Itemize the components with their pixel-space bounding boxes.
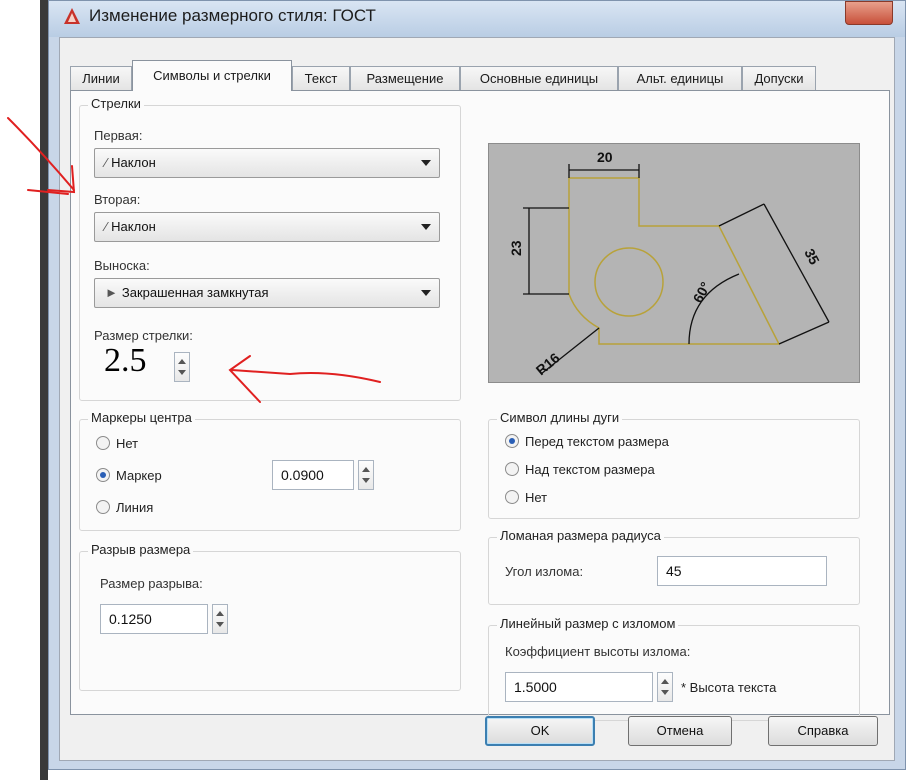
radio-label: Перед текстом размера [525,434,669,449]
jog-angle-input[interactable]: 45 [657,556,827,586]
tab-panel-symbols-arrows: Стрелки Первая: ⁄ Наклон Вторая: ⁄ Наклон … [70,90,890,721]
center-mark-none-radio[interactable]: Нет [96,436,138,451]
first-arrow-dropdown[interactable]: ⁄ Наклон [94,148,440,178]
arc-symbol-group: Символ длины дуги Перед текстом размера … [488,410,860,519]
radius-jog-group: Ломаная размера радиуса Угол излома: 45 [488,528,860,605]
tab-tolerances[interactable]: Допуски [742,66,816,90]
autocad-app-icon [64,8,80,24]
arc-before-text-radio[interactable]: Перед текстом размера [505,434,669,449]
help-button[interactable]: Справка [768,716,878,746]
text-height-suffix: * Высота текста [681,680,777,695]
chevron-down-icon [421,224,431,230]
radio-label: Нет [116,436,139,451]
radio-label: Маркер [116,468,162,483]
tab-text[interactable]: Текст [292,66,350,90]
center-mark-size-input[interactable]: 0.0900 [272,460,354,490]
jog-angle-label: Угол излома: [505,564,584,579]
window-shadow-bar [40,0,48,780]
second-arrow-value: Наклон [111,219,156,234]
jog-height-factor-label: Коэффициент высоты излома: [505,644,691,659]
radius-jog-title: Ломаная размера радиуса [497,528,664,543]
arrows-group-title: Стрелки [88,96,144,111]
first-arrow-label: Первая: [94,128,143,143]
break-size-input[interactable]: 0.1250 [100,604,208,634]
break-size-spinner[interactable] [212,604,228,634]
arrows-group: Стрелки Первая: ⁄ Наклон Вторая: ⁄ Наклон … [79,96,461,401]
arc-symbol-title: Символ длины дуги [497,410,623,425]
tab-fit[interactable]: Размещение [350,66,460,90]
oblique-icon: ⁄ [105,155,108,170]
tab-lines[interactable]: Линии [70,66,132,90]
jog-height-factor-input[interactable]: 1.5000 [505,672,653,702]
title-bar[interactable]: Изменение размерного стиля: ГОСТ [49,1,905,37]
first-arrow-value: Наклон [111,155,156,170]
chevron-down-icon [421,160,431,166]
linear-jog-title: Линейный размер с изломом [497,616,679,631]
arc-above-text-radio[interactable]: Над текстом размера [505,462,655,477]
second-arrow-label: Вторая: [94,192,141,207]
center-mark-line-radio[interactable]: Линия [96,500,153,515]
dimension-style-dialog: Изменение размерного стиля: ГОСТ Линии С… [48,0,906,770]
arc-none-radio[interactable]: Нет [505,490,547,505]
cancel-button[interactable]: Отмена [628,716,732,746]
ok-button[interactable]: OK [485,716,595,746]
dim-label-35: 35 [801,246,823,267]
leader-arrow-dropdown[interactable]: ► Закрашенная замкнутая [94,278,440,308]
window-title: Изменение размерного стиля: ГОСТ [89,6,376,25]
arrow-size-label: Размер стрелки: [94,328,193,343]
preview-image: 20 23 35 60° R16 [488,143,860,383]
dim-label-20: 20 [597,149,613,165]
center-marks-title: Маркеры центра [88,410,195,425]
dim-break-group: Разрыв размера Размер разрыва: 0.1250 [79,542,461,691]
dim-label-r16: R16 [533,349,563,378]
center-marks-group: Маркеры центра Нет Маркер Линия 0.0900 [79,410,461,531]
close-button[interactable] [845,1,893,25]
tab-symbols-arrows[interactable]: Символы и стрелки [132,60,292,91]
leader-arrow-label: Выноска: [94,258,150,273]
chevron-down-icon [421,290,431,296]
dim-label-23: 23 [508,240,524,256]
tab-alternate-units[interactable]: Альт. единицы [618,66,742,90]
tab-primary-units[interactable]: Основные единицы [460,66,618,90]
jog-height-factor-spinner[interactable] [657,672,673,702]
closed-filled-arrow-icon: ► [105,285,118,300]
dim-label-60: 60° [690,279,714,305]
center-mark-size-spinner[interactable] [358,460,374,490]
radio-label: Над текстом размера [525,462,655,477]
leader-arrow-value: Закрашенная замкнутая [121,285,269,300]
linear-jog-group: Линейный размер с изломом Коэффициент вы… [488,616,860,721]
radio-label: Линия [116,500,154,515]
radio-label: Нет [525,490,548,505]
break-size-label: Размер разрыва: [100,576,203,591]
second-arrow-dropdown[interactable]: ⁄ Наклон [94,212,440,242]
oblique-icon: ⁄ [105,219,108,234]
dialog-body: Линии Символы и стрелки Текст Размещение… [59,37,895,761]
dim-break-title: Разрыв размера [88,542,194,557]
arrow-size-spinner[interactable] [174,352,190,382]
center-mark-mark-radio[interactable]: Маркер [96,468,162,483]
arrow-size-value[interactable]: 2.5 [104,342,147,380]
preview-drawing: 20 23 35 60° R16 [508,149,830,378]
